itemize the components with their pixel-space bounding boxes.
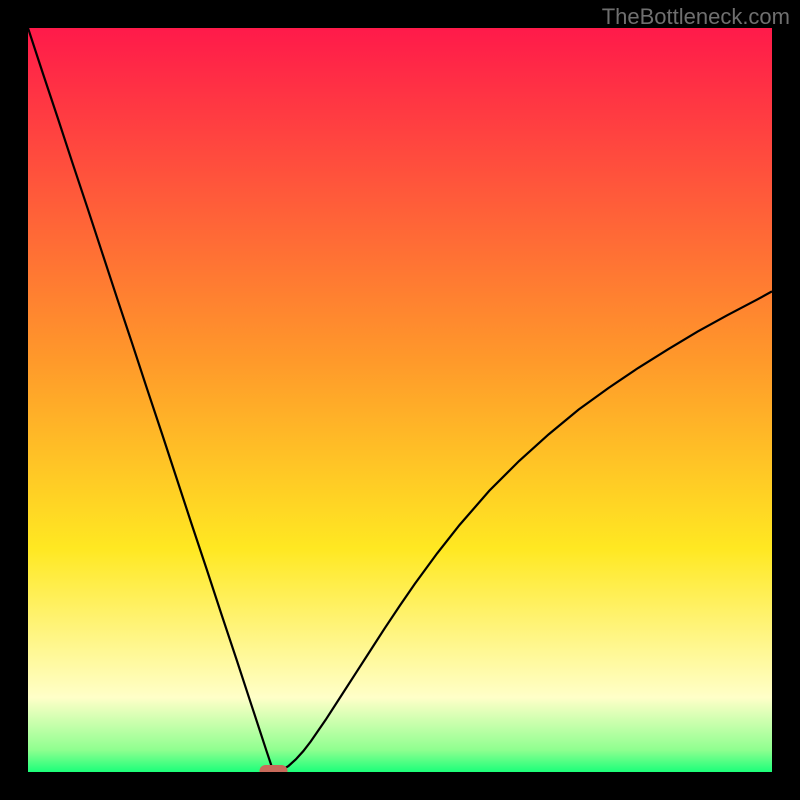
chart-background [28,28,772,772]
optimum-marker [260,765,288,772]
chart-frame: TheBottleneck.com [0,0,800,800]
watermark-text: TheBottleneck.com [602,4,790,30]
bottleneck-chart [28,28,772,772]
